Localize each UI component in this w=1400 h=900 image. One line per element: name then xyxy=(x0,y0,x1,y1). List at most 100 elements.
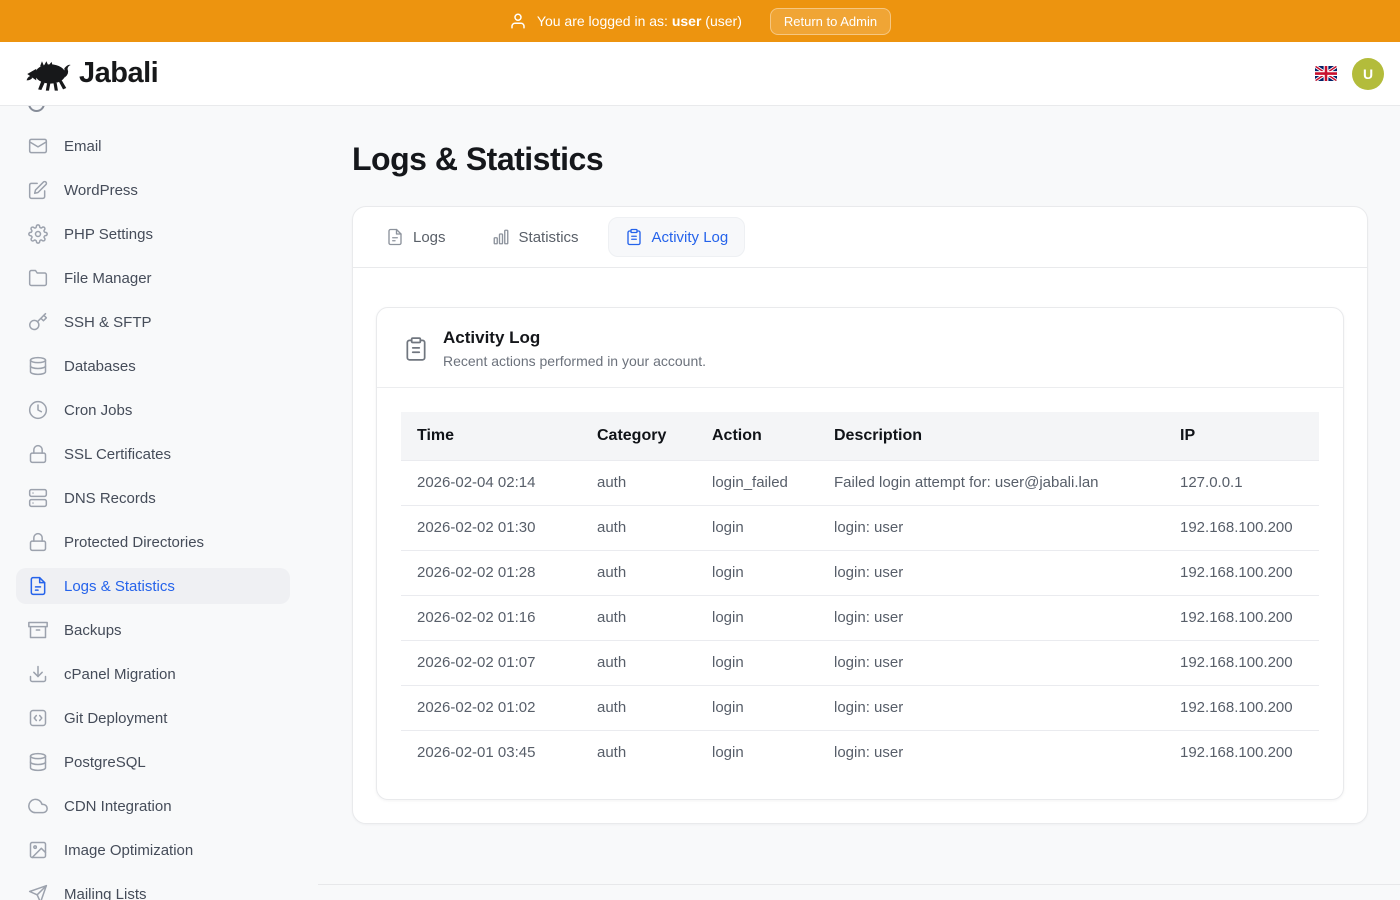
table-cell: login xyxy=(696,550,818,595)
sidebar-item-label: File Manager xyxy=(64,270,152,287)
table-cell: 127.0.0.1 xyxy=(1164,460,1319,505)
sidebar-item-dns-records[interactable]: DNS Records xyxy=(16,480,290,516)
sidebar-item-git-deployment[interactable]: Git Deployment xyxy=(16,700,290,736)
sidebar-item-label: SSH & SFTP xyxy=(64,314,152,331)
table-row: 2026-02-02 01:07authloginlogin: user192.… xyxy=(401,640,1319,685)
table-cell: auth xyxy=(581,505,696,550)
table-cell: 192.168.100.200 xyxy=(1164,730,1319,775)
user-avatar[interactable]: U xyxy=(1352,58,1384,90)
sidebar-item-label: Databases xyxy=(64,358,136,375)
sidebar-item-postgresql[interactable]: PostgreSQL xyxy=(16,744,290,780)
sidebar-item-label: DNS Records xyxy=(64,490,156,507)
login-message: You are logged in as: user (user) xyxy=(537,13,742,29)
table-cell: 2026-02-02 01:02 xyxy=(401,685,581,730)
table-cell: Failed login attempt for: user@jabali.la… xyxy=(818,460,1164,505)
sidebar-item-ssh-sftp[interactable]: SSH & SFTP xyxy=(16,304,290,340)
table-cell: login: user xyxy=(818,595,1164,640)
sidebar-item-cpanel-migration[interactable]: cPanel Migration xyxy=(16,656,290,692)
download-icon xyxy=(28,664,48,684)
sidebar-item-ssl-certificates[interactable]: SSL Certificates xyxy=(16,436,290,472)
table-cell: auth xyxy=(581,640,696,685)
sidebar-item-label: Image Optimization xyxy=(64,842,193,859)
language-flag-icon[interactable] xyxy=(1315,66,1337,81)
tab-label: Statistics xyxy=(519,229,579,246)
table-cell: 2026-02-02 01:07 xyxy=(401,640,581,685)
sidebar-item-image-optimization[interactable]: Image Optimization xyxy=(16,832,290,868)
column-header-description: Description xyxy=(818,412,1164,460)
table-cell: 192.168.100.200 xyxy=(1164,505,1319,550)
sidebar-item-label: WordPress xyxy=(64,182,138,199)
folder-icon xyxy=(28,268,48,288)
return-to-admin-button[interactable]: Return to Admin xyxy=(770,8,891,35)
column-header-time: Time xyxy=(401,412,581,460)
sidebar-item-mailing-lists[interactable]: Mailing Lists xyxy=(16,876,290,900)
tab-logs[interactable]: Logs xyxy=(369,217,463,257)
brand[interactable]: Jabali xyxy=(26,56,158,92)
main-content: Logs & Statistics Logs Statistics Activity… xyxy=(318,106,1400,900)
column-header-ip: IP xyxy=(1164,412,1319,460)
tab-activity-log[interactable]: Activity Log xyxy=(608,217,746,257)
table-cell: login: user xyxy=(818,685,1164,730)
table-row: 2026-02-02 01:30authloginlogin: user192.… xyxy=(401,505,1319,550)
sidebar-item-logs-statistics[interactable]: Logs & Statistics xyxy=(16,568,290,604)
send-icon xyxy=(28,884,48,900)
table-cell: login: user xyxy=(818,640,1164,685)
table-row: 2026-02-02 01:02authloginlogin: user192.… xyxy=(401,685,1319,730)
clipboard-icon xyxy=(403,336,429,362)
column-header-action: Action xyxy=(696,412,818,460)
sidebar-item-file-manager[interactable]: File Manager xyxy=(16,260,290,296)
sidebar-item-databases[interactable]: Databases xyxy=(16,348,290,384)
clock-icon xyxy=(28,400,48,420)
table-cell: login: user xyxy=(818,505,1164,550)
mail-icon xyxy=(28,136,48,156)
app-header: Jabali U xyxy=(0,42,1400,106)
table-cell: auth xyxy=(581,595,696,640)
lock-icon xyxy=(28,444,48,464)
sidebar-item-cron-jobs[interactable]: Cron Jobs xyxy=(16,392,290,428)
logs-panel: Logs Statistics Activity Log Activity Log … xyxy=(352,206,1368,824)
activity-log-card: Activity Log Recent actions performed in… xyxy=(376,307,1344,800)
sidebar-item-label: Email xyxy=(64,138,102,155)
tab-label: Logs xyxy=(413,229,446,246)
table-row: 2026-02-02 01:28authloginlogin: user192.… xyxy=(401,550,1319,595)
sidebar-item-label: cPanel Migration xyxy=(64,666,176,683)
table-cell: auth xyxy=(581,685,696,730)
archive-icon xyxy=(28,620,48,640)
table-cell: auth xyxy=(581,730,696,775)
table-cell: login xyxy=(696,595,818,640)
card-subtitle: Recent actions performed in your account… xyxy=(443,353,706,369)
sidebar-item-php-settings[interactable]: PHP Settings xyxy=(16,216,290,252)
file-text-icon xyxy=(28,576,48,596)
table-cell: 2026-02-01 03:45 xyxy=(401,730,581,775)
table-cell: login xyxy=(696,730,818,775)
boar-logo-icon xyxy=(26,56,72,92)
table-cell: 192.168.100.200 xyxy=(1164,685,1319,730)
sidebar-item-backups[interactable]: Backups xyxy=(16,612,290,648)
table-cell: login: user xyxy=(818,730,1164,775)
sidebar: Email WordPress PHP Settings File Manager SS… xyxy=(0,106,318,900)
table-cell: 2026-02-02 01:30 xyxy=(401,505,581,550)
column-header-category: Category xyxy=(581,412,696,460)
sidebar-item-protected-directories[interactable]: Protected Directories xyxy=(16,524,290,560)
tab-statistics[interactable]: Statistics xyxy=(475,217,596,257)
sidebar-item-label: PHP Settings xyxy=(64,226,153,243)
table-row: 2026-02-02 01:16authloginlogin: user192.… xyxy=(401,595,1319,640)
table-cell: auth xyxy=(581,460,696,505)
database-icon xyxy=(28,356,48,376)
server-icon xyxy=(28,488,48,508)
tab-label: Activity Log xyxy=(652,229,729,246)
page-title: Logs & Statistics xyxy=(352,140,1368,178)
user-icon xyxy=(509,12,527,30)
table-cell: 192.168.100.200 xyxy=(1164,550,1319,595)
table-cell: login_failed xyxy=(696,460,818,505)
sidebar-item-cdn-integration[interactable]: CDN Integration xyxy=(16,788,290,824)
bar-chart-icon xyxy=(492,228,510,246)
table-cell: 2026-02-02 01:16 xyxy=(401,595,581,640)
table-cell: 2026-02-04 02:14 xyxy=(401,460,581,505)
sidebar-item-wordpress[interactable]: WordPress xyxy=(16,172,290,208)
sidebar-item-label: Git Deployment xyxy=(64,710,167,727)
footer-divider xyxy=(318,884,1400,885)
sidebar-item-email[interactable]: Email xyxy=(16,128,290,164)
edit-icon xyxy=(28,180,48,200)
table-cell: auth xyxy=(581,550,696,595)
